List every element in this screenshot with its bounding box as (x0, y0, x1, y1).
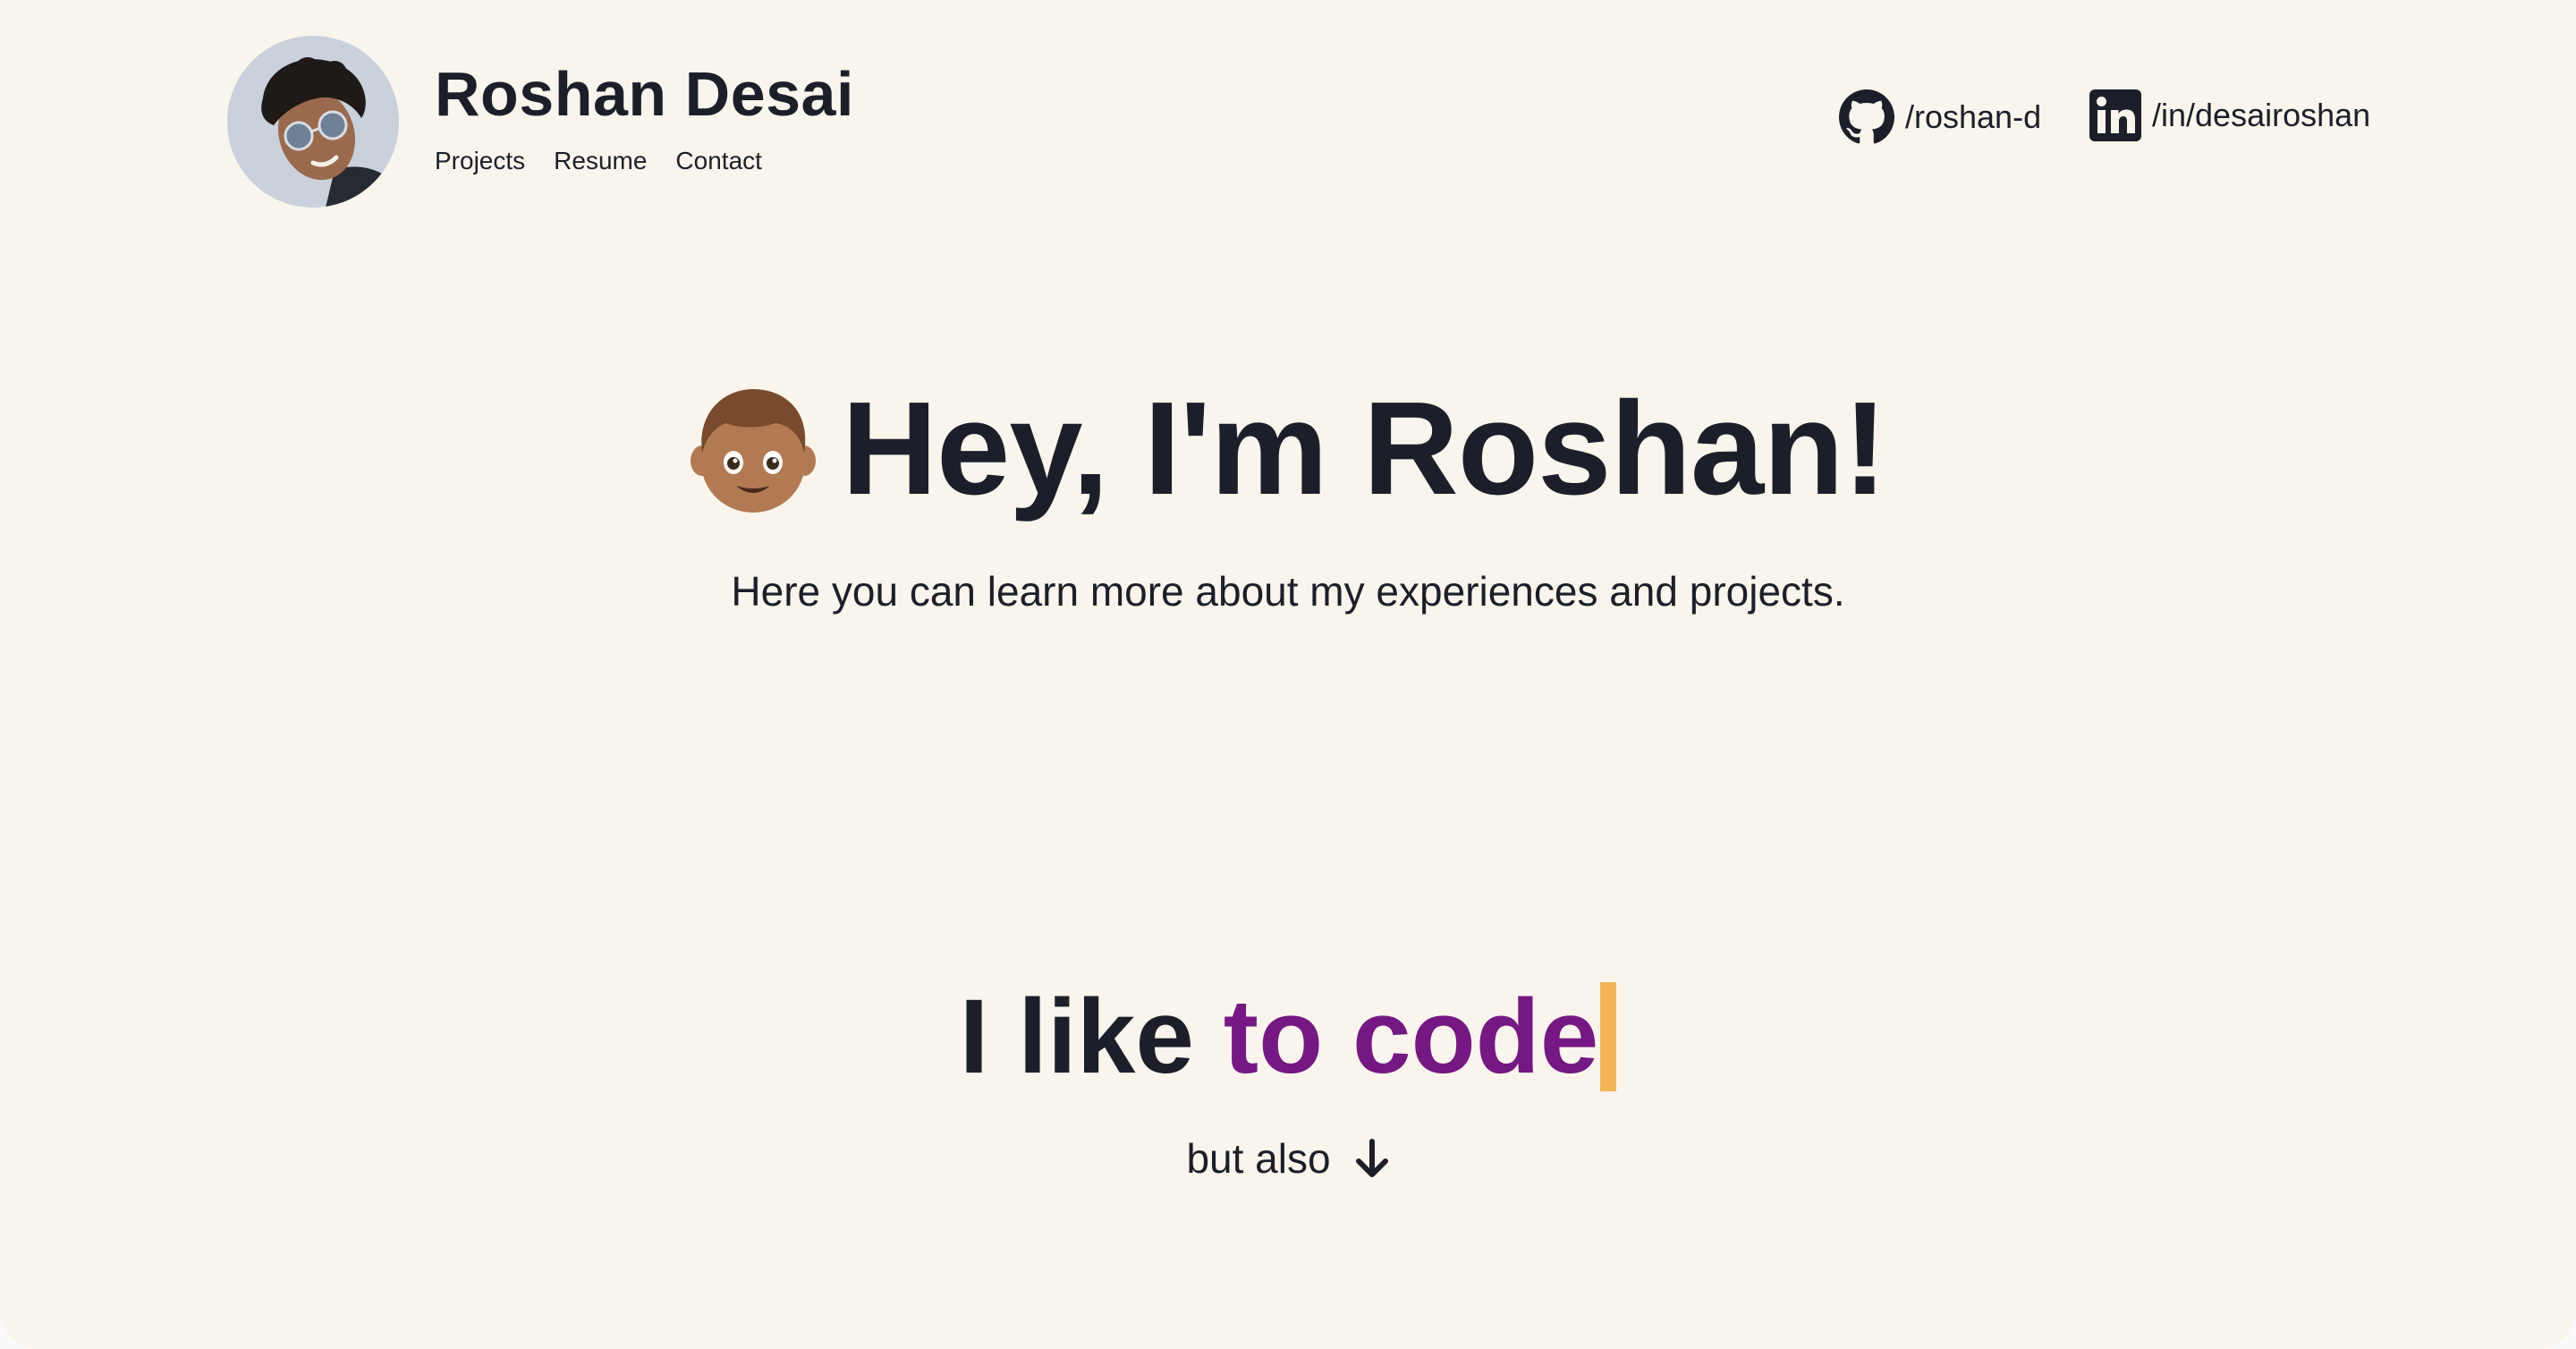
hero-subtitle: Here you can learn more about my experie… (731, 568, 1845, 615)
nav-resume[interactable]: Resume (554, 148, 647, 174)
linkedin-icon (2089, 89, 2141, 141)
site-title[interactable]: Roshan Desai (435, 63, 854, 125)
hero-title: Hey, I'm Roshan! (842, 375, 1887, 522)
scroll-cta[interactable]: but also (0, 1138, 2576, 1179)
arrow-down-icon[interactable] (1354, 1139, 1390, 1178)
linkedin-handle: /in/desairoshan (2152, 97, 2371, 133)
avatar[interactable] (227, 36, 399, 208)
github-handle: /roshan-d (1905, 98, 2042, 135)
nav-projects[interactable]: Projects (435, 148, 525, 174)
typing-caret (1600, 982, 1617, 1091)
nav-contact[interactable]: Contact (675, 148, 762, 174)
github-icon (1839, 89, 1894, 144)
github-link[interactable]: /roshan-d (1839, 89, 2041, 145)
boy-emoji-icon (691, 389, 817, 513)
typed-prefix: I like (959, 978, 1224, 1096)
typed-headline: I like to code (0, 982, 2576, 1091)
hero-heading: Hey, I'm Roshan! (0, 383, 2576, 515)
linkedin-link[interactable]: /in/desairoshan (2089, 89, 2370, 141)
scroll-cta-label: but also (1186, 1135, 1331, 1182)
main-nav: Projects Resume Contact (435, 148, 762, 174)
typed-accent: to code (1223, 978, 1599, 1096)
avatar-photo (227, 36, 399, 208)
page: Roshan Desai Projects Resume Contact /ro… (0, 0, 2576, 1349)
